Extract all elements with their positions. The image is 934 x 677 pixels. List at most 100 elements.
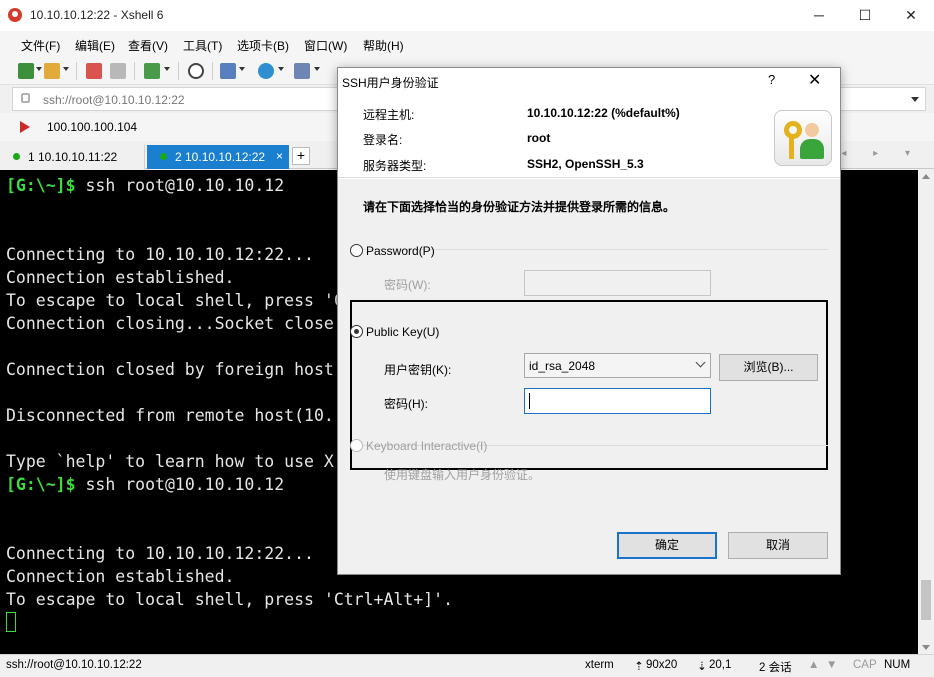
terminal-line: Type `help' to learn how to use X — [6, 450, 334, 473]
close-button[interactable]: ✕ — [888, 0, 934, 31]
layout-icon[interactable] — [220, 63, 236, 79]
status-size: 90x20 — [646, 659, 678, 671]
address-input[interactable]: ssh://root@10.10.10.12:22 — [43, 93, 185, 107]
terminal-cursor — [6, 612, 16, 632]
status-bar: ssh://root@10.10.10.12:22 xterm ⇡ 90x20 … — [0, 654, 934, 677]
bookmark-icon[interactable] — [20, 121, 30, 133]
terminal-line: Disconnected from remote host(10. — [6, 404, 334, 427]
xshell-logo-icon — [8, 8, 22, 22]
menu-view[interactable]: 查看(V) — [128, 37, 168, 54]
terminal-text: Connection closed by foreign host — [6, 360, 334, 379]
terminal-text: Connecting to 10.10.10.12:22... — [6, 544, 314, 563]
user-key-value: id_rsa_2048 — [529, 359, 596, 373]
toolbar-separator — [134, 62, 135, 80]
ok-button-label: 确定 — [654, 538, 679, 552]
menu-bar: 文件(F) 编辑(E) 查看(V) 工具(T) 选项卡(B) 窗口(W) 帮助(… — [0, 31, 934, 57]
reconnect-icon[interactable] — [86, 63, 102, 79]
menu-tools[interactable]: 工具(T) — [183, 37, 222, 54]
tab-session-1[interactable]: 1 10.10.10.11:22 — [0, 145, 145, 169]
globe-icon[interactable] — [258, 63, 274, 79]
status-session: ssh://root@10.10.10.12:22 — [6, 659, 142, 671]
dialog-close-button[interactable]: ✕ — [808, 70, 821, 90]
toolbar-separator — [212, 62, 213, 80]
help-button[interactable]: ? — [768, 72, 775, 87]
properties-icon[interactable] — [144, 63, 160, 79]
chevron-down-icon[interactable] — [63, 67, 69, 71]
terminal-line: Connecting to 10.10.10.12:22... — [6, 542, 314, 565]
user-key-select[interactable]: id_rsa_2048 — [524, 353, 711, 378]
terminal-line: Connection established. — [6, 565, 234, 588]
arrow-down-icon[interactable]: ▼ — [826, 659, 837, 671]
server-type-value: SSH2, OpenSSH_5.3 — [527, 157, 644, 171]
scroll-down-icon[interactable] — [922, 645, 930, 650]
instruction-text: 请在下面选择恰当的身份验证方法并提供登录所需的信息。 — [363, 200, 676, 214]
chevron-down-icon[interactable] — [314, 67, 320, 71]
arrow-up-icon[interactable]: ▲ — [808, 659, 819, 671]
radio-unchecked-icon[interactable] — [350, 244, 363, 257]
terminal-line: [G:\~]$ ssh root@10.10.10.12 — [6, 174, 284, 197]
browse-button-label: 浏览(B)... — [743, 360, 794, 374]
menu-window[interactable]: 窗口(W) — [304, 37, 347, 54]
vertical-scrollbar[interactable] — [918, 170, 934, 654]
chevron-down-icon[interactable] — [911, 97, 919, 102]
terminal-text: Connection established. — [6, 268, 235, 287]
maximize-button[interactable]: ☐ — [842, 0, 888, 31]
menu-help[interactable]: 帮助(H) — [363, 37, 404, 54]
cursor-pos-icon: ⇣ — [697, 661, 707, 673]
ok-button[interactable]: 确定 — [617, 532, 717, 559]
terminal-line: Connection closing...Socket close — [6, 312, 334, 335]
menu-file[interactable]: 文件(F) — [21, 37, 60, 54]
scroll-up-icon[interactable] — [922, 174, 930, 179]
new-tab-button[interactable]: + — [292, 147, 310, 165]
chevron-down-icon[interactable] — [164, 67, 170, 71]
radio-checked-icon[interactable] — [350, 325, 363, 338]
terminal-text: Type `help' to learn how to use X — [6, 452, 334, 471]
status-term-type: xterm — [585, 659, 614, 671]
dialog-body: 请在下面选择恰当的身份验证方法并提供登录所需的信息。 Password(P) 密… — [338, 179, 840, 574]
terminal-text: Connection closing...Socket close — [6, 314, 334, 333]
terminal-line: Connection established. — [6, 266, 234, 289]
cancel-button[interactable]: 取消 — [728, 532, 828, 559]
radio-disabled-icon — [350, 439, 363, 452]
resize-icon: ⇡ — [634, 661, 644, 673]
window-titlebar: 10.10.10.12:22 - Xshell 6 ─ ☐ ✕ — [0, 0, 934, 31]
scrollbar-thumb[interactable] — [921, 580, 931, 620]
terminal-text: Connecting to 10.10.10.12:22... — [6, 245, 314, 264]
chevron-down-icon[interactable] — [695, 357, 706, 368]
minimize-button[interactable]: ─ — [796, 0, 842, 31]
terminal-text: Disconnected from remote host(10. — [6, 406, 334, 425]
disconnect-icon[interactable] — [110, 63, 126, 79]
menu-tabs[interactable]: 选项卡(B) — [237, 37, 289, 54]
menu-edit[interactable]: 编辑(E) — [75, 37, 115, 54]
tab-session-2[interactable]: 2 10.10.10.12:22 × — [147, 145, 289, 169]
terminal-text: Connection established. — [6, 567, 235, 586]
tab-label: 2 10.10.10.12:22 — [175, 150, 266, 164]
cancel-button-label: 取消 — [765, 538, 790, 552]
keyboard-description: 使用键盘输入用户身份验证。 — [384, 468, 541, 482]
tab-close-button[interactable]: × — [276, 149, 283, 163]
status-num: NUM — [884, 659, 911, 671]
server-type-label: 服务器类型: — [363, 159, 427, 173]
chevron-down-icon[interactable] — [239, 67, 245, 71]
password-radio[interactable]: Password(P) — [350, 244, 435, 258]
password-field-label: 密码(W): — [384, 278, 431, 292]
browse-button[interactable]: 浏览(B)... — [719, 354, 818, 381]
keyboard-option-label: Keyboard Interactive(I) — [366, 439, 488, 453]
quick-connect-host[interactable]: 100.100.100.104 — [47, 120, 137, 134]
search-icon[interactable] — [188, 63, 204, 79]
toolbar-separator — [178, 62, 179, 80]
tab-nav-arrows[interactable]: ◂ ▸ ▾ — [841, 148, 922, 159]
password-field — [524, 270, 711, 296]
open-folder-icon[interactable] — [44, 63, 60, 79]
dialog-titlebar: SSH用户身份验证 ? ✕ — [338, 68, 840, 94]
passphrase-input[interactable] — [524, 388, 711, 414]
status-cap: CAP — [853, 659, 877, 671]
terminal-text: ssh root@10.10.10.12 — [75, 475, 285, 494]
text-caret — [529, 393, 530, 409]
publickey-radio[interactable]: Public Key(U) — [350, 325, 439, 339]
chevron-down-icon[interactable] — [278, 67, 284, 71]
new-session-icon[interactable] — [18, 63, 34, 79]
terminal-line: To escape to local shell, press 'C — [6, 289, 344, 312]
chevron-down-icon[interactable] — [36, 67, 42, 71]
font-icon[interactable] — [294, 63, 310, 79]
